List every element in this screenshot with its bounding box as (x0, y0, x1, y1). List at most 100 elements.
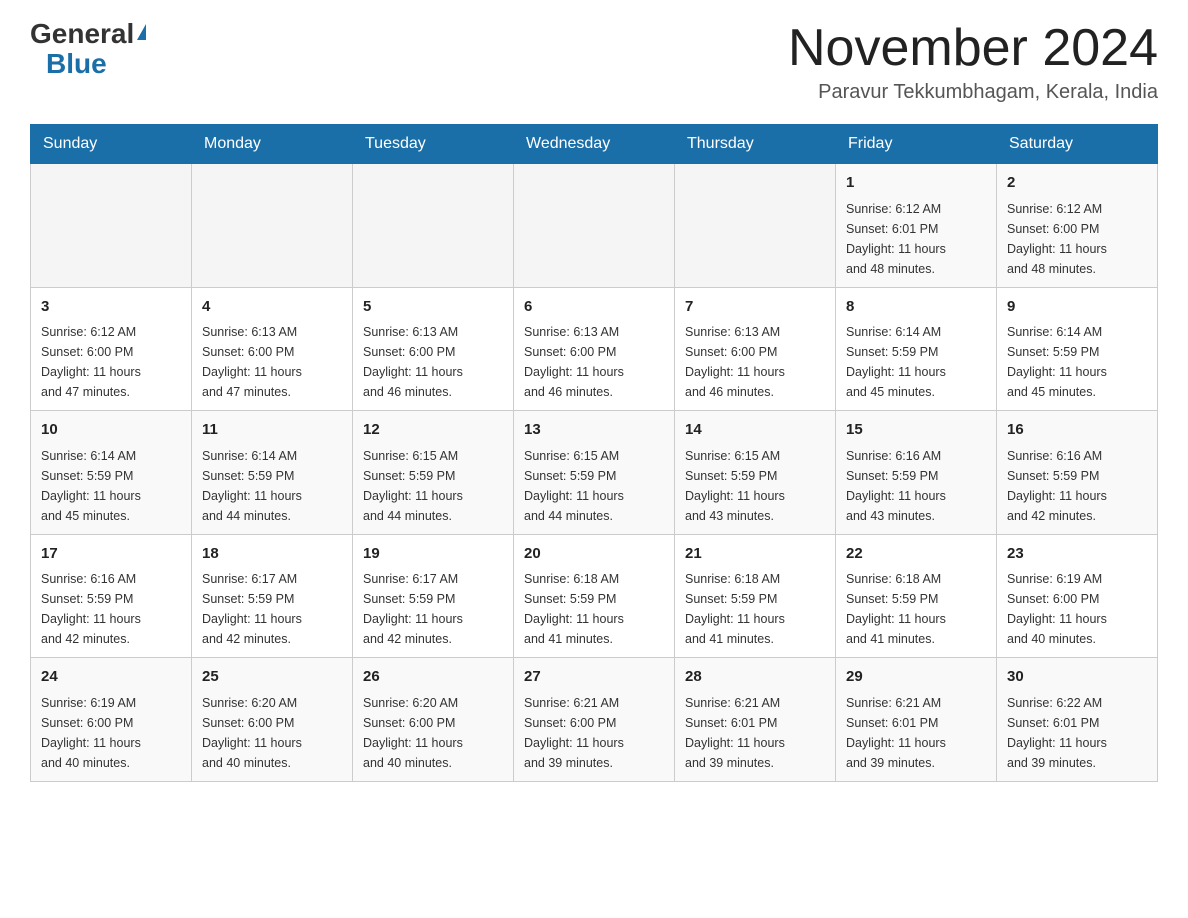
day-info: Sunrise: 6:14 AM (41, 446, 181, 466)
day-info: Daylight: 11 hours (524, 486, 664, 506)
calendar-cell: 29Sunrise: 6:21 AMSunset: 6:01 PMDayligh… (836, 658, 997, 782)
day-info: Sunset: 5:59 PM (685, 589, 825, 609)
day-number: 8 (846, 296, 986, 319)
day-number: 5 (363, 296, 503, 319)
day-info: Sunset: 6:00 PM (202, 713, 342, 733)
day-info: and 40 minutes. (41, 753, 181, 773)
day-info: Daylight: 11 hours (846, 733, 986, 753)
day-info: Daylight: 11 hours (202, 362, 342, 382)
day-info: Sunset: 5:59 PM (524, 589, 664, 609)
day-info: Sunrise: 6:14 AM (846, 322, 986, 342)
title-area: November 2024 Paravur Tekkumbhagam, Kera… (788, 20, 1158, 104)
day-info: and 44 minutes. (524, 506, 664, 526)
day-info: Sunset: 6:00 PM (202, 342, 342, 362)
col-tuesday: Tuesday (353, 125, 514, 164)
calendar-week-4: 17Sunrise: 6:16 AMSunset: 5:59 PMDayligh… (31, 534, 1158, 658)
col-saturday: Saturday (997, 125, 1158, 164)
day-info: Sunset: 5:59 PM (202, 589, 342, 609)
day-info: Daylight: 11 hours (202, 486, 342, 506)
calendar-cell: 9Sunrise: 6:14 AMSunset: 5:59 PMDaylight… (997, 287, 1158, 411)
calendar-cell: 17Sunrise: 6:16 AMSunset: 5:59 PMDayligh… (31, 534, 192, 658)
day-info: Sunset: 6:01 PM (846, 219, 986, 239)
day-number: 30 (1007, 666, 1147, 689)
day-info: Sunset: 6:00 PM (524, 713, 664, 733)
day-info: Sunset: 5:59 PM (846, 342, 986, 362)
calendar-cell (31, 164, 192, 288)
day-info: Sunset: 6:00 PM (363, 713, 503, 733)
day-info: Daylight: 11 hours (685, 362, 825, 382)
day-number: 29 (846, 666, 986, 689)
calendar-cell: 8 Sunrise: 6:14 AMSunset: 5:59 PMDaylight… (836, 287, 997, 411)
day-info: Daylight: 11 hours (1007, 362, 1147, 382)
calendar-cell: 20Sunrise: 6:18 AMSunset: 5:59 PMDayligh… (514, 534, 675, 658)
calendar-cell: 18Sunrise: 6:17 AMSunset: 5:59 PMDayligh… (192, 534, 353, 658)
day-info: Daylight: 11 hours (846, 609, 986, 629)
day-info: Sunset: 5:59 PM (41, 466, 181, 486)
day-info: Sunset: 6:00 PM (524, 342, 664, 362)
day-info: and 41 minutes. (685, 629, 825, 649)
day-info: Sunrise: 6:14 AM (202, 446, 342, 466)
day-info: Sunrise: 6:16 AM (1007, 446, 1147, 466)
day-number: 19 (363, 543, 503, 566)
day-info: Daylight: 11 hours (1007, 486, 1147, 506)
day-info: Sunset: 6:00 PM (1007, 219, 1147, 239)
day-number: 6 (524, 296, 664, 319)
day-number: 23 (1007, 543, 1147, 566)
day-number: 15 (846, 419, 986, 442)
day-info: Sunrise: 6:13 AM (202, 322, 342, 342)
day-info: Daylight: 11 hours (202, 733, 342, 753)
calendar-cell: 22Sunrise: 6:18 AMSunset: 5:59 PMDayligh… (836, 534, 997, 658)
day-number: 22 (846, 543, 986, 566)
day-info: and 45 minutes. (41, 506, 181, 526)
day-info: Daylight: 11 hours (685, 486, 825, 506)
calendar-cell: 12Sunrise: 6:15 AMSunset: 5:59 PMDayligh… (353, 411, 514, 535)
day-info: Daylight: 11 hours (1007, 609, 1147, 629)
day-info: Daylight: 11 hours (846, 362, 986, 382)
day-number: 2 (1007, 172, 1147, 195)
day-number: 7 (685, 296, 825, 319)
calendar-cell: 11Sunrise: 6:14 AMSunset: 5:59 PMDayligh… (192, 411, 353, 535)
day-info: and 40 minutes. (1007, 629, 1147, 649)
day-info: Sunset: 6:01 PM (1007, 713, 1147, 733)
day-number: 25 (202, 666, 342, 689)
day-info: Sunrise: 6:12 AM (41, 322, 181, 342)
day-info: and 45 minutes. (1007, 382, 1147, 402)
day-info: Daylight: 11 hours (846, 239, 986, 259)
logo-triangle-icon (137, 24, 146, 40)
day-number: 26 (363, 666, 503, 689)
calendar-cell: 5Sunrise: 6:13 AMSunset: 6:00 PMDaylight… (353, 287, 514, 411)
location-title: Paravur Tekkumbhagam, Kerala, India (788, 81, 1158, 104)
day-info: Sunrise: 6:15 AM (524, 446, 664, 466)
day-info: Daylight: 11 hours (363, 609, 503, 629)
day-info: Sunset: 5:59 PM (846, 466, 986, 486)
day-number: 16 (1007, 419, 1147, 442)
day-info: Sunrise: 6:18 AM (846, 569, 986, 589)
day-number: 28 (685, 666, 825, 689)
day-info: Sunrise: 6:18 AM (524, 569, 664, 589)
calendar-cell: 27Sunrise: 6:21 AMSunset: 6:00 PMDayligh… (514, 658, 675, 782)
day-info: Daylight: 11 hours (363, 362, 503, 382)
day-info: and 42 minutes. (202, 629, 342, 649)
day-info: Sunrise: 6:13 AM (524, 322, 664, 342)
calendar-cell: 2Sunrise: 6:12 AMSunset: 6:00 PMDaylight… (997, 164, 1158, 288)
day-info: Sunrise: 6:14 AM (1007, 322, 1147, 342)
day-info: Sunset: 5:59 PM (1007, 342, 1147, 362)
day-info: Daylight: 11 hours (685, 733, 825, 753)
calendar-cell: 7Sunrise: 6:13 AMSunset: 6:00 PMDaylight… (675, 287, 836, 411)
day-info: Daylight: 11 hours (524, 733, 664, 753)
month-title: November 2024 (788, 20, 1158, 77)
day-info: Daylight: 11 hours (1007, 733, 1147, 753)
day-info: and 45 minutes. (846, 382, 986, 402)
col-sunday: Sunday (31, 125, 192, 164)
day-info: Sunrise: 6:21 AM (846, 693, 986, 713)
day-info: Sunset: 6:00 PM (1007, 589, 1147, 609)
day-info: Daylight: 11 hours (202, 609, 342, 629)
day-info: Daylight: 11 hours (41, 486, 181, 506)
day-info: Sunset: 6:00 PM (41, 342, 181, 362)
day-number: 18 (202, 543, 342, 566)
calendar-cell: 13Sunrise: 6:15 AMSunset: 5:59 PMDayligh… (514, 411, 675, 535)
day-info: and 48 minutes. (846, 259, 986, 279)
day-number: 24 (41, 666, 181, 689)
calendar-cell (514, 164, 675, 288)
day-number: 10 (41, 419, 181, 442)
